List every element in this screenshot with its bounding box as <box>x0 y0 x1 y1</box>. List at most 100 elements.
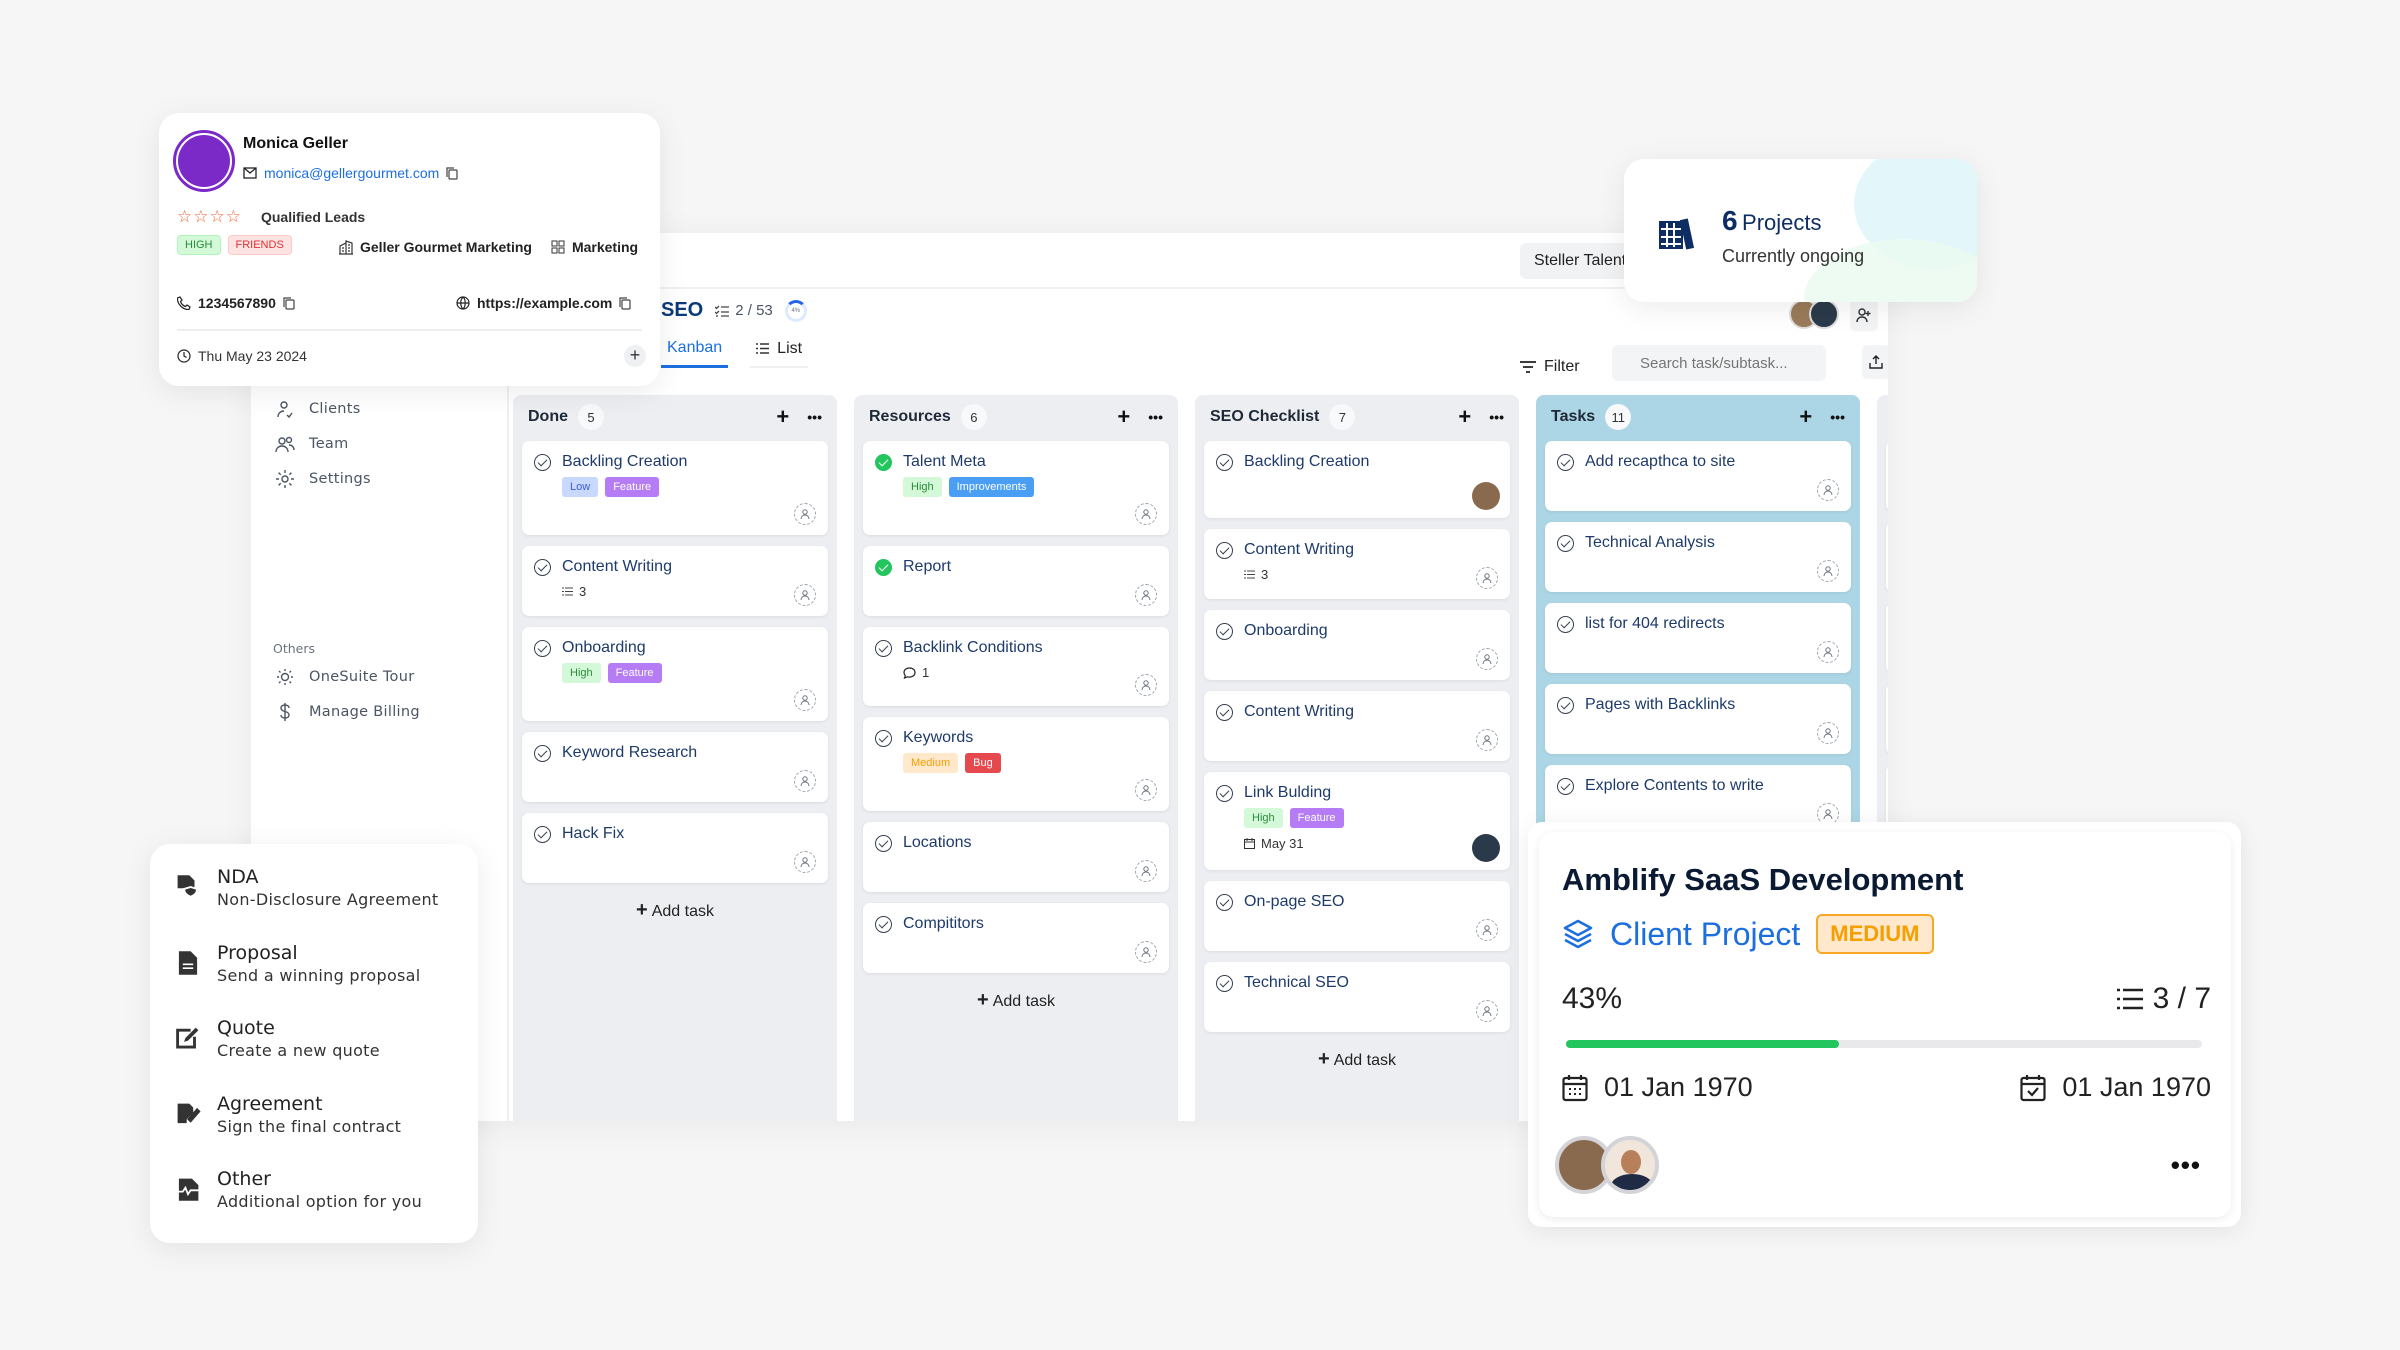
check-circle-icon[interactable] <box>875 730 892 747</box>
assign-user-button[interactable] <box>1476 1000 1498 1022</box>
task-card[interactable]: Backling Creation Low Feature <box>522 441 828 535</box>
more-options-button[interactable]: ••• <box>2171 1150 2201 1181</box>
sidebar-item-team[interactable]: Team <box>275 434 349 454</box>
assign-user-button[interactable] <box>1817 722 1839 744</box>
task-card[interactable]: On-page SEO <box>1204 881 1510 951</box>
task-card[interactable]: Keywords Medium Bug <box>863 717 1169 811</box>
assignee-avatar[interactable] <box>1472 834 1500 862</box>
assign-user-button[interactable] <box>1135 674 1157 696</box>
check-circle-icon[interactable] <box>534 640 551 657</box>
task-card[interactable]: Backlink Conditions 1 <box>863 627 1169 706</box>
sidebar-item-onesuite-tour[interactable]: OneSuite Tour <box>275 667 414 687</box>
contact-email[interactable]: monica@gellergourmet.com <box>264 165 439 181</box>
assign-user-button[interactable] <box>1135 503 1157 525</box>
menu-item-other[interactable]: Other Additional option for you <box>175 1168 422 1211</box>
tab-list[interactable]: List <box>750 335 809 368</box>
assign-user-button[interactable] <box>1135 860 1157 882</box>
task-card[interactable] <box>1886 684 1888 754</box>
assign-user-button[interactable] <box>1135 779 1157 801</box>
assign-user-button[interactable] <box>1817 641 1839 663</box>
check-circle-icon[interactable] <box>1216 894 1233 911</box>
assign-user-button[interactable] <box>1135 584 1157 606</box>
project-members[interactable] <box>1555 1136 1659 1194</box>
task-card[interactable]: Content Writing 3 <box>522 546 828 616</box>
task-card[interactable]: Talent Meta High Improvements <box>863 441 1169 535</box>
check-circle-icon[interactable] <box>1557 778 1574 795</box>
menu-item-nda[interactable]: NDA Non-Disclosure Agreement <box>175 866 439 909</box>
add-task-button[interactable]: + Add task <box>522 899 828 922</box>
check-circle-filled-icon[interactable] <box>875 454 892 471</box>
assign-user-button[interactable] <box>794 503 816 525</box>
column-menu-button[interactable]: ••• <box>1148 409 1163 425</box>
assign-user-button[interactable] <box>1476 919 1498 941</box>
check-circle-icon[interactable] <box>534 826 551 843</box>
check-circle-icon[interactable] <box>1557 535 1574 552</box>
copy-icon[interactable] <box>283 296 295 310</box>
task-card[interactable]: Technical SEO <box>1204 962 1510 1032</box>
star-rating[interactable]: ☆☆☆☆ <box>177 207 242 227</box>
assign-user-button[interactable] <box>1817 560 1839 582</box>
task-card[interactable]: Link Bulding High Feature May 31 <box>1204 772 1510 870</box>
check-circle-icon[interactable] <box>875 640 892 657</box>
assign-user-button[interactable] <box>1817 479 1839 501</box>
task-card[interactable]: Technical Analysis <box>1545 522 1851 592</box>
add-task-button[interactable]: + Add task <box>1204 1048 1510 1071</box>
task-card[interactable]: Keyword Research <box>522 732 828 802</box>
add-card-button[interactable]: + <box>1799 404 1812 430</box>
add-card-button[interactable]: + <box>1117 404 1130 430</box>
task-card[interactable]: Pages with Backlinks <box>1545 684 1851 754</box>
filter-button[interactable]: Filter <box>1520 358 1580 376</box>
task-card[interactable] <box>1886 603 1888 673</box>
check-circle-icon[interactable] <box>1557 697 1574 714</box>
add-card-button[interactable]: + <box>1458 404 1471 430</box>
search-input[interactable] <box>1612 345 1826 381</box>
task-card[interactable]: Backling Creation <box>1204 441 1510 518</box>
workspace-button[interactable]: Steller Talent <box>1520 243 1641 279</box>
task-card[interactable]: Onboarding <box>1204 610 1510 680</box>
task-card[interactable]: Report <box>863 546 1169 616</box>
task-card[interactable]: list for 404 redirects <box>1545 603 1851 673</box>
menu-item-proposal[interactable]: Proposal Send a winning proposal <box>175 942 421 985</box>
add-card-button[interactable]: + <box>776 404 789 430</box>
copy-icon[interactable] <box>619 296 631 310</box>
project-card[interactable]: Amblify SaaS Development Client Project … <box>1539 832 2231 1217</box>
assign-user-button[interactable] <box>794 770 816 792</box>
contact-website[interactable]: https://example.com <box>477 295 612 311</box>
task-card[interactable] <box>1886 441 1888 511</box>
check-circle-icon[interactable] <box>1216 623 1233 640</box>
check-circle-icon[interactable] <box>1216 785 1233 802</box>
assign-user-button[interactable] <box>794 851 816 873</box>
menu-item-agreement[interactable]: Agreement Sign the final contract <box>175 1093 401 1136</box>
sidebar-item-settings[interactable]: Settings <box>275 469 371 489</box>
team-avatars[interactable] <box>1789 299 1839 329</box>
tab-kanban[interactable]: Kanban <box>661 335 729 368</box>
task-card[interactable]: Locations <box>863 822 1169 892</box>
add-member-button[interactable] <box>1850 299 1878 331</box>
check-circle-icon[interactable] <box>1216 704 1233 721</box>
menu-item-quote[interactable]: Quote Create a new quote <box>175 1017 380 1060</box>
sidebar-item-clients[interactable]: Clients <box>275 399 361 419</box>
task-card[interactable]: Hack Fix <box>522 813 828 883</box>
add-task-button[interactable]: + Add task <box>863 989 1169 1012</box>
check-circle-icon[interactable] <box>534 745 551 762</box>
task-card[interactable]: Onboarding High Feature <box>522 627 828 721</box>
check-circle-icon[interactable] <box>1557 454 1574 471</box>
task-card[interactable]: Content Writing <box>1204 691 1510 761</box>
task-card[interactable]: Compititors <box>863 903 1169 973</box>
add-button[interactable]: + <box>624 345 646 367</box>
check-circle-icon[interactable] <box>1216 454 1233 471</box>
column-menu-button[interactable]: ••• <box>807 409 822 425</box>
assignee-avatar[interactable] <box>1472 482 1500 510</box>
copy-icon[interactable] <box>446 166 458 180</box>
check-circle-icon[interactable] <box>534 454 551 471</box>
check-circle-icon[interactable] <box>1557 616 1574 633</box>
assign-user-button[interactable] <box>1476 648 1498 670</box>
assign-user-button[interactable] <box>794 689 816 711</box>
check-circle-icon[interactable] <box>875 916 892 933</box>
check-circle-filled-icon[interactable] <box>875 559 892 576</box>
assign-user-button[interactable] <box>1135 941 1157 963</box>
check-circle-icon[interactable] <box>1216 975 1233 992</box>
assign-user-button[interactable] <box>1476 567 1498 589</box>
task-card[interactable]: Add recapthca to site <box>1545 441 1851 511</box>
sidebar-item-manage-billing[interactable]: Manage Billing <box>275 702 420 722</box>
